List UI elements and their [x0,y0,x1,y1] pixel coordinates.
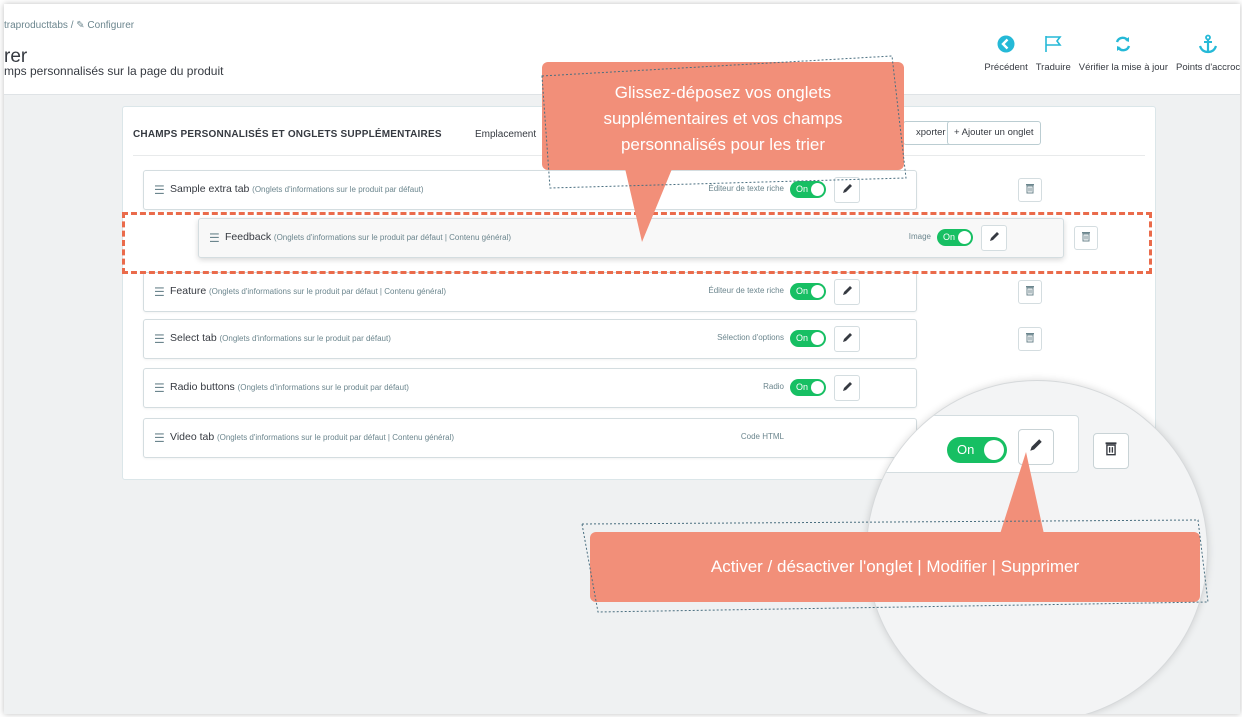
drag-handle-icon[interactable]: ☰ [154,332,165,346]
panel-title: CHAMPS PERSONNALISÉS ET ONGLETS SUPPLÉME… [133,129,442,140]
toggle-label: On [796,286,809,296]
trash-icon [1025,283,1035,301]
callout-dashed-outline [541,55,907,189]
tab-name: Feature [170,285,207,297]
drag-handle-icon[interactable]: ☰ [154,285,165,299]
tab-desc: (Onglets d'informations sur le produit p… [219,334,391,343]
tab-desc: (Onglets d'informations sur le produit p… [208,287,447,296]
toggle-knob [811,332,824,345]
field-type: Éditeur de texte riche [708,286,784,295]
translate-label: Traduire [1035,62,1071,73]
toggle-knob [811,381,824,394]
tab-row[interactable]: ☰ Feature (Onglets d'informations sur le… [143,272,917,312]
tab-row[interactable]: ☰ Select tab (Onglets d'informations sur… [143,319,917,359]
drag-handle-icon[interactable]: ☰ [154,431,165,445]
location-label[interactable]: Emplacement [475,129,536,140]
toolbar: Précédent Traduire Vérifier la mise à jo… [980,34,1240,73]
flag-icon [1043,34,1063,54]
field-type: Sélection d'options [717,333,784,342]
pencil-icon [842,283,853,301]
status-toggle[interactable]: On [790,283,826,300]
field-type: Code HTML [740,432,784,441]
tab-row[interactable]: ☰ Video tab (Onglets d'informations sur … [143,418,917,458]
tab-desc: (Onglets d'informations sur le produit p… [216,433,455,442]
anchor-icon [1198,34,1218,54]
drag-handle-icon[interactable]: ☰ [154,381,165,395]
field-type: Radio [763,382,784,391]
magnified-toggle-label: On [957,442,975,457]
delete-button[interactable] [1018,327,1042,351]
toggle-knob [811,285,824,298]
edit-button[interactable] [834,326,860,352]
toggle-label: On [796,382,809,392]
callout-dashed-outline [581,519,1209,613]
pencil-icon [842,379,853,397]
tab-name: Radio buttons [170,381,235,393]
tab-desc: (Onglets d'informations sur le produit p… [252,185,424,194]
page-subtitle: mps personnalisés sur la page du produit [4,64,224,78]
back-circle-icon [997,34,1015,54]
translate-button[interactable]: Traduire [1032,34,1075,73]
trash-icon [1025,181,1035,199]
magnified-delete-button[interactable] [1093,433,1129,469]
trash-icon [1104,441,1118,461]
refresh-icon [1113,34,1133,54]
back-label: Précédent [984,62,1028,73]
tab-row[interactable]: ☰ Radio buttons (Onglets d'informations … [143,368,917,408]
tab-name: Sample extra tab [170,183,250,195]
add-tab-button[interactable]: + Ajouter un onglet [947,121,1041,145]
anchor-points-button[interactable]: Points d'accroc [1172,34,1240,73]
back-button[interactable]: Précédent [980,34,1031,73]
breadcrumb[interactable]: traproducttabs / ✎ Configurer [4,20,134,31]
edit-button[interactable] [834,375,860,401]
anchor-points-label: Points d'accroc [1176,62,1240,73]
tab-name: Select tab [170,332,217,344]
status-toggle[interactable]: On [790,379,826,396]
tab-desc: (Onglets d'informations sur le produit p… [237,383,409,392]
tab-name: Video tab [170,431,215,443]
toggle-label: On [796,333,809,343]
delete-button[interactable] [1018,178,1042,202]
trash-icon [1025,330,1035,348]
app-window: traproducttabs / ✎ Configurer rer mps pe… [4,4,1240,714]
check-update-button[interactable]: Vérifier la mise à jour [1075,34,1172,73]
status-toggle[interactable]: On [790,330,826,347]
drag-handle-icon[interactable]: ☰ [154,183,165,197]
pencil-icon [842,330,853,348]
edit-button[interactable] [834,279,860,305]
check-update-label: Vérifier la mise à jour [1078,62,1168,73]
delete-button[interactable] [1018,280,1042,304]
